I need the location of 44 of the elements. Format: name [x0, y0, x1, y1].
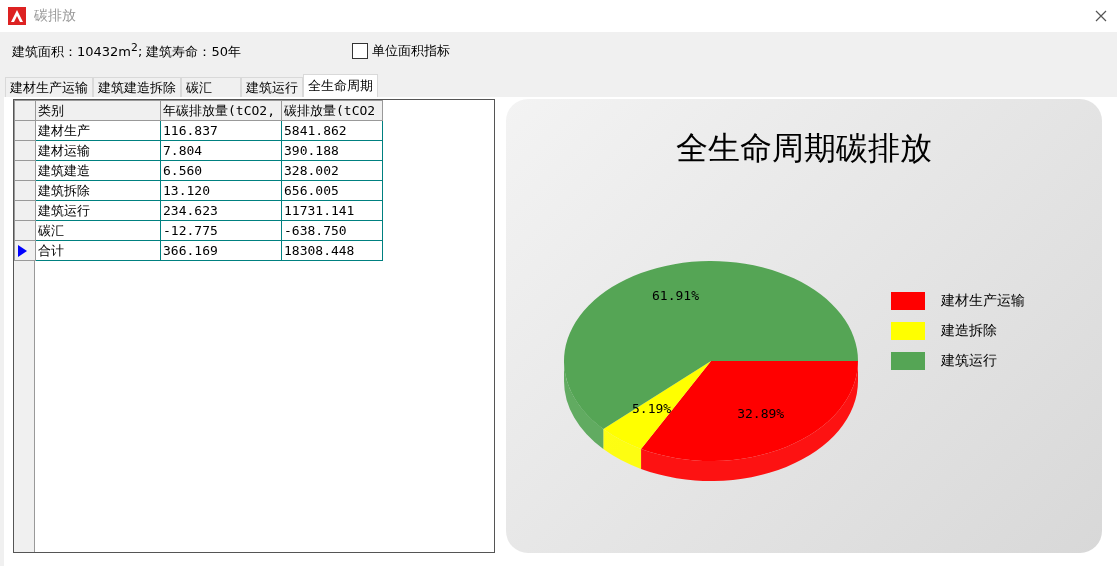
- table-cell: 碳汇: [35, 220, 161, 241]
- row-header[interactable]: [14, 240, 36, 261]
- table-cell: 18308.448: [281, 240, 383, 261]
- table-cell: 7.804: [160, 140, 282, 161]
- table-cell: 建材运输: [35, 140, 161, 161]
- table-cell: -638.750: [281, 220, 383, 241]
- table-cell: 5841.862: [281, 120, 383, 141]
- table-cell: 328.002: [281, 160, 383, 181]
- window-title: 碳排放: [34, 7, 77, 25]
- tab[interactable]: 建材生产运输: [5, 77, 93, 97]
- legend-label: 建造拆除: [941, 322, 997, 340]
- chart-title: 全生命周期碳排放: [675, 128, 933, 169]
- app-icon: [8, 7, 26, 25]
- table-cell: 366.169: [160, 240, 282, 261]
- table-cell: 11731.141: [281, 200, 383, 221]
- table-cell: 建材生产: [35, 120, 161, 141]
- table-cell: 建筑拆除: [35, 180, 161, 201]
- table-cell: 合计: [35, 240, 161, 261]
- slice-label: 32.89%: [737, 405, 785, 421]
- column-header[interactable]: 类别: [35, 100, 161, 121]
- table-cell: 建筑运行: [35, 200, 161, 221]
- row-pointer-icon: [17, 244, 27, 257]
- legend-label: 建筑运行: [941, 352, 997, 370]
- column-header[interactable]: 年碳排放量(tCO2,: [160, 100, 282, 121]
- tab[interactable]: 建筑建造拆除: [93, 77, 181, 97]
- table-cell: 116.837: [160, 120, 282, 141]
- table-cell: 建筑建造: [35, 160, 161, 181]
- table-cell: 390.188: [281, 140, 383, 161]
- building-info: 建筑面积：10432m$^{2}$; 建筑寿命：50年: [12, 40, 242, 62]
- tab[interactable]: 建筑运行: [241, 77, 303, 97]
- table-cell: 6.560: [160, 160, 282, 181]
- tab[interactable]: 全生命周期: [303, 74, 378, 97]
- table-cell: -12.775: [160, 220, 282, 241]
- slice-label: 5.19%: [632, 401, 672, 417]
- table-cell: 656.005: [281, 180, 383, 201]
- unit-area-checkbox[interactable]: 单位面积指标: [352, 42, 450, 60]
- legend-label: 建材生产运输: [941, 292, 1025, 310]
- slice-label: 61.91%: [652, 287, 699, 303]
- table-cell: 13.120: [160, 180, 282, 201]
- column-header[interactable]: 碳排放量(tCO2: [281, 100, 383, 121]
- table-cell: 234.623: [160, 200, 282, 221]
- row-header: [14, 100, 36, 121]
- close-icon[interactable]: [1095, 10, 1107, 22]
- tab[interactable]: 碳汇: [181, 77, 241, 97]
